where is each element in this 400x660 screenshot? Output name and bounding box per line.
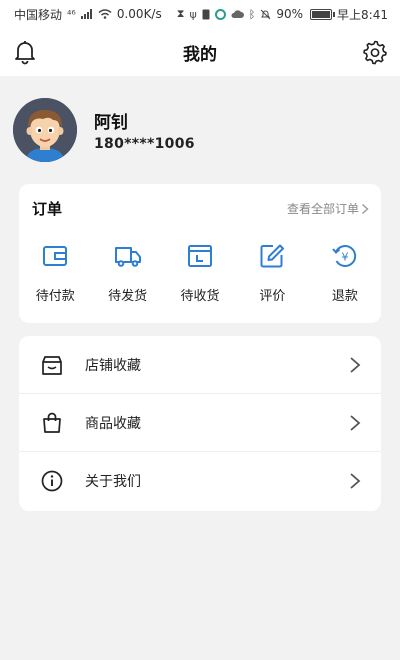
refund-icon: ¥ [332, 245, 356, 267]
carrier-label: 中国移动 [14, 7, 63, 22]
menu-item-label: 店铺收藏 [85, 357, 141, 374]
orders-title: 订单 [32, 200, 63, 218]
avatar[interactable] [13, 98, 77, 162]
battery-icon [310, 8, 336, 20]
orders-card: 订单 查看全部订单 待付款 待发货 待收货 评价 ¥ 退款 [19, 184, 381, 323]
avatar-image [13, 98, 77, 162]
cloud-icon [231, 9, 244, 18]
order-item-label: 退款 [331, 289, 358, 304]
bell-icon[interactable] [12, 39, 38, 65]
chevron-right-icon [350, 473, 361, 489]
order-item-pending-payment[interactable]: 待付款 [19, 242, 91, 304]
order-item-label: 评价 [259, 289, 286, 304]
store-icon [42, 355, 62, 375]
wallet-icon [43, 246, 68, 266]
order-item-label: 待收货 [180, 289, 220, 304]
profile-section[interactable]: 阿钊 180****1006 [0, 88, 400, 178]
wifi-icon [98, 9, 112, 19]
bluetooth-icon: ᛒ [248, 7, 256, 21]
chevron-right-icon [350, 415, 361, 431]
view-all-orders-label: 查看全部订单 [286, 202, 359, 216]
user-phone: 180****1006 [94, 136, 195, 152]
clock: 早上8:41 [337, 7, 388, 22]
user-name: 阿钊 [94, 113, 128, 133]
order-item-pending-shipment[interactable]: 待发货 [91, 242, 163, 304]
hourglass-icon: ⧗ [176, 7, 185, 20]
bag-icon [43, 412, 61, 433]
chevron-right-icon [350, 357, 361, 373]
info-icon [41, 470, 63, 492]
menu-item-label: 商品收藏 [85, 415, 141, 432]
menu-card: 店铺收藏 商品收藏 关于我们 [19, 336, 381, 511]
menu-item-label: 关于我们 [85, 474, 141, 490]
order-item-pending-receipt[interactable]: 待收货 [164, 242, 236, 304]
gear-icon[interactable] [362, 39, 388, 65]
edit-icon [260, 244, 285, 268]
app-notification-icon [214, 8, 226, 20]
network-speed: 0.00K/s [116, 7, 162, 21]
menu-item-product-favorites[interactable]: 商品收藏 [19, 394, 381, 452]
usb-icon: ψ [189, 7, 197, 21]
chevron-right-icon [362, 203, 369, 214]
page-title: 我的 [183, 44, 217, 65]
menu-item-store-favorites[interactable]: 店铺收藏 [19, 336, 381, 394]
sim-icon [202, 9, 210, 19]
mute-bell-icon [261, 9, 271, 19]
order-item-label: 待发货 [108, 289, 148, 304]
status-bar: 中国移动 ⁴⁶ 0.00K/s ⧗ ψ ᛒ 90% 早上8:41 [0, 0, 400, 28]
menu-item-about-us[interactable]: 关于我们 [19, 452, 381, 510]
order-item-review[interactable]: 评价 [236, 242, 308, 304]
svg-text:¥: ¥ [341, 251, 348, 264]
order-item-refund[interactable]: ¥ 退款 [309, 242, 381, 304]
battery-percent: 90% [276, 7, 304, 21]
order-item-label: 待付款 [35, 289, 75, 304]
truck-icon [114, 247, 141, 267]
network-type-label: ⁴⁶ [67, 7, 76, 21]
signal-icon [80, 9, 92, 19]
title-bar: 我的 [0, 28, 400, 76]
view-all-orders-link[interactable]: 查看全部订单 [287, 200, 369, 217]
box-icon [188, 245, 213, 267]
